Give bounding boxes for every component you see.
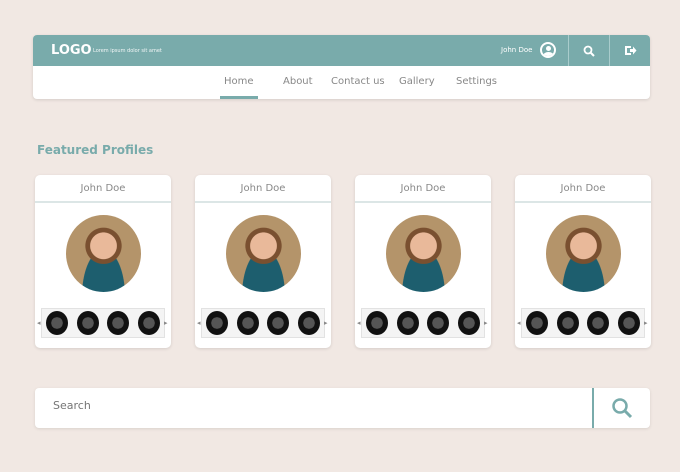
logo[interactable]: LOGO xyxy=(51,43,92,58)
nav-contact[interactable]: Contact us xyxy=(331,76,385,87)
profile-name[interactable]: John Doe xyxy=(515,175,651,203)
profile-avatar[interactable] xyxy=(66,215,141,292)
profile-card[interactable]: John Doe ◂ ▸ xyxy=(355,175,491,348)
nav-gallery[interactable]: Gallery xyxy=(399,76,435,87)
watch-thumbnail[interactable] xyxy=(396,311,419,335)
watch-thumbnail[interactable] xyxy=(206,311,229,335)
carousel-prev-icon[interactable]: ◂ xyxy=(197,319,201,327)
carousel-prev-icon[interactable]: ◂ xyxy=(37,319,41,327)
watch-thumbnail[interactable] xyxy=(457,311,480,335)
carousel-next-icon[interactable]: ▸ xyxy=(324,319,328,327)
watch-thumbnail[interactable] xyxy=(107,311,130,335)
nav-settings[interactable]: Settings xyxy=(456,76,497,87)
carousel-next-icon[interactable]: ▸ xyxy=(484,319,488,327)
logout-icon xyxy=(624,46,636,55)
logout-button[interactable] xyxy=(609,35,650,66)
profile-avatar[interactable] xyxy=(546,215,621,292)
watch-thumbnail[interactable] xyxy=(76,311,99,335)
main-nav: Home About Contact us Gallery Settings xyxy=(33,66,650,99)
nav-home[interactable]: Home xyxy=(220,76,258,99)
profile-card[interactable]: John Doe ◂ ▸ xyxy=(515,175,651,348)
product-carousel xyxy=(521,308,645,338)
watch-thumbnail[interactable] xyxy=(267,311,290,335)
header: LOGO Lorem ipsum dolor sit amet John Doe… xyxy=(33,35,650,99)
product-carousel xyxy=(201,308,325,338)
search-icon xyxy=(612,398,633,419)
top-bar: LOGO Lorem ipsum dolor sit amet John Doe xyxy=(33,35,650,66)
profile-card[interactable]: John Doe ◂ ▸ xyxy=(35,175,171,348)
search-bar xyxy=(35,388,650,428)
watch-thumbnail[interactable] xyxy=(366,311,389,335)
search-button[interactable] xyxy=(568,35,609,66)
watch-thumbnail[interactable] xyxy=(427,311,450,335)
carousel-next-icon[interactable]: ▸ xyxy=(164,319,168,327)
carousel-prev-icon[interactable]: ◂ xyxy=(517,319,521,327)
watch-thumbnail[interactable] xyxy=(556,311,579,335)
carousel-next-icon[interactable]: ▸ xyxy=(644,319,648,327)
watch-thumbnail[interactable] xyxy=(587,311,610,335)
watch-thumbnail[interactable] xyxy=(526,311,549,335)
product-carousel xyxy=(361,308,485,338)
section-title: Featured Profiles xyxy=(37,143,154,157)
nav-about[interactable]: About xyxy=(283,76,313,87)
watch-thumbnail[interactable] xyxy=(236,311,259,335)
search-submit-button[interactable] xyxy=(592,388,650,428)
watch-thumbnail[interactable] xyxy=(297,311,320,335)
user-avatar-icon[interactable] xyxy=(540,42,556,58)
watch-thumbnail[interactable] xyxy=(617,311,640,335)
watch-thumbnail[interactable] xyxy=(137,311,160,335)
user-name[interactable]: John Doe xyxy=(501,46,532,54)
carousel-prev-icon[interactable]: ◂ xyxy=(357,319,361,327)
profile-card[interactable]: John Doe ◂ ▸ xyxy=(195,175,331,348)
tagline: Lorem ipsum dolor sit amet xyxy=(93,48,162,54)
profile-avatar[interactable] xyxy=(226,215,301,292)
search-icon xyxy=(583,45,595,57)
profile-name[interactable]: John Doe xyxy=(35,175,171,203)
search-input[interactable] xyxy=(53,399,573,412)
profile-avatar[interactable] xyxy=(386,215,461,292)
profile-name[interactable]: John Doe xyxy=(195,175,331,203)
watch-thumbnail[interactable] xyxy=(46,311,69,335)
profile-name[interactable]: John Doe xyxy=(355,175,491,203)
product-carousel xyxy=(41,308,165,338)
